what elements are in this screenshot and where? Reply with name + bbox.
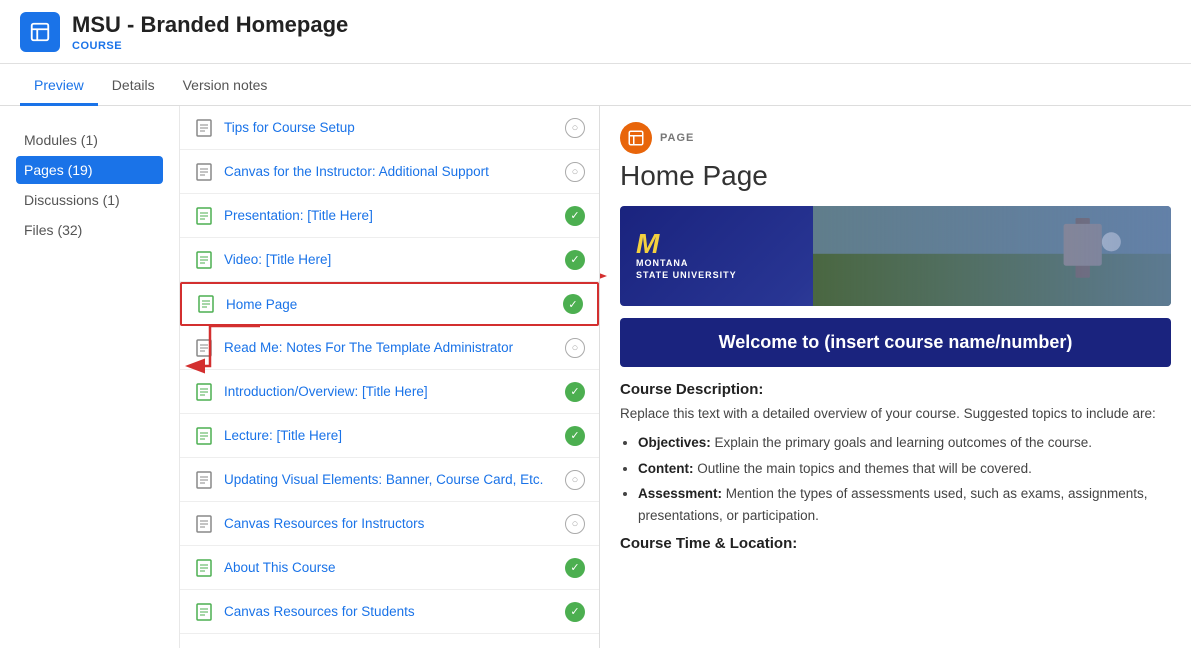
list-item[interactable]: Canvas Resources for Students ✓ — [180, 590, 599, 634]
list-item[interactable]: Canvas for the Instructor: Additional Su… — [180, 150, 599, 194]
arrow-to-preview — [600, 261, 610, 291]
list-item[interactable]: Lecture: [Title Here] ✓ — [180, 414, 599, 458]
pages-list: Tips for Course Setup ○ Canvas for the I… — [180, 106, 600, 648]
doc-full-icon — [194, 250, 214, 270]
page-type-label: PAGE — [660, 132, 694, 144]
doc-icon — [194, 162, 214, 182]
doc-full-icon — [194, 602, 214, 622]
msu-logo-letter: M — [636, 230, 737, 258]
app-header: MSU - Branded Homepage COURSE — [0, 0, 1191, 64]
preview-panel: PAGE Home Page M MONTANASTATE UNIVERSITY… — [600, 106, 1191, 648]
university-banner: M MONTANASTATE UNIVERSITY — [620, 206, 1171, 306]
list-item: Objectives: Explain the primary goals an… — [638, 432, 1171, 454]
page-item-title[interactable]: Lecture: [Title Here] — [224, 428, 565, 443]
doc-full-icon — [194, 558, 214, 578]
welcome-banner: Welcome to (insert course name/number) — [620, 318, 1171, 367]
page-status: ✓ — [565, 426, 585, 446]
list-item[interactable]: Presentation: [Title Here] ✓ — [180, 194, 599, 238]
list-item: Assessment: Mention the types of assessm… — [638, 483, 1171, 526]
page-item-title[interactable]: Canvas Resources for Students — [224, 604, 565, 619]
tab-details[interactable]: Details — [98, 67, 169, 106]
doc-full-icon — [194, 382, 214, 402]
page-item-title[interactable]: Introduction/Overview: [Title Here] — [224, 384, 565, 399]
list-item[interactable]: Updating Visual Elements: Banner, Course… — [180, 458, 599, 502]
page-item-title[interactable]: Home Page — [226, 297, 563, 312]
tab-preview[interactable]: Preview — [20, 67, 98, 106]
doc-icon — [194, 338, 214, 358]
list-item: Content: Outline the main topics and the… — [638, 458, 1171, 480]
course-description-intro: Replace this text with a detailed overvi… — [620, 404, 1171, 424]
page-status: ○ — [565, 118, 585, 138]
page-status: ○ — [565, 470, 585, 490]
page-item-title[interactable]: Video: [Title Here] — [224, 252, 565, 267]
page-item-title[interactable]: Canvas for the Instructor: Additional Su… — [224, 164, 565, 179]
page-status: ✓ — [565, 558, 585, 578]
tab-version-notes[interactable]: Version notes — [169, 67, 282, 106]
page-item-title[interactable]: Canvas Resources for Instructors — [224, 516, 565, 531]
bullet-text: Explain the primary goals and learning o… — [711, 435, 1092, 450]
course-time-heading: Course Time & Location: — [620, 535, 1171, 552]
preview-page-title: Home Page — [620, 160, 1171, 192]
page-status: ○ — [565, 162, 585, 182]
list-item[interactable]: About This Course ✓ — [180, 546, 599, 590]
app-title: MSU - Branded Homepage — [72, 12, 348, 38]
list-item[interactable]: Introduction/Overview: [Title Here] ✓ — [180, 370, 599, 414]
course-icon — [20, 12, 60, 52]
main-content: Modules (1) Pages (19) Discussions (1) F… — [0, 106, 1191, 648]
doc-icon — [194, 118, 214, 138]
app-subtitle: COURSE — [72, 40, 348, 52]
page-status: ✓ — [565, 382, 585, 402]
course-description-heading: Course Description: — [620, 381, 1171, 398]
msu-logo-name: MONTANASTATE UNIVERSITY — [636, 258, 737, 281]
banner-bg-image — [813, 206, 1171, 306]
course-description-list: Objectives: Explain the primary goals an… — [620, 432, 1171, 526]
tab-bar: Preview Details Version notes — [0, 64, 1191, 106]
page-status: ✓ — [565, 206, 585, 226]
sidebar-item-pages[interactable]: Pages (19) — [16, 156, 163, 184]
list-item[interactable]: Read Me: Notes For The Template Administ… — [180, 326, 599, 370]
sidebar: Modules (1) Pages (19) Discussions (1) F… — [0, 106, 180, 648]
sidebar-item-discussions[interactable]: Discussions (1) — [16, 186, 163, 214]
list-item-homepage[interactable]: Home Page ✓ — [180, 282, 599, 326]
page-item-title[interactable]: About This Course — [224, 560, 565, 575]
msu-logo: M MONTANASTATE UNIVERSITY — [636, 230, 737, 281]
list-item[interactable]: Video: [Title Here] ✓ — [180, 238, 599, 282]
sidebar-item-modules[interactable]: Modules (1) — [16, 126, 163, 154]
bullet-bold: Content: — [638, 461, 693, 476]
doc-full-icon — [194, 426, 214, 446]
page-item-title[interactable]: Tips for Course Setup — [224, 120, 565, 135]
bullet-bold: Objectives: — [638, 435, 711, 450]
doc-full-icon — [194, 206, 214, 226]
page-item-title[interactable]: Presentation: [Title Here] — [224, 208, 565, 223]
bullet-text: Outline the main topics and themes that … — [693, 461, 1031, 476]
doc-icon — [194, 514, 214, 534]
page-status: ✓ — [565, 602, 585, 622]
bullet-bold: Assessment: — [638, 486, 722, 501]
page-item-title[interactable]: Updating Visual Elements: Banner, Course… — [224, 472, 565, 487]
header-text: MSU - Branded Homepage COURSE — [72, 12, 348, 52]
page-label: PAGE — [620, 122, 1171, 154]
page-status: ✓ — [563, 294, 583, 314]
list-item[interactable]: Canvas Resources for Instructors ○ — [180, 502, 599, 546]
doc-full-icon — [196, 294, 216, 314]
page-status: ○ — [565, 514, 585, 534]
page-status: ✓ — [565, 250, 585, 270]
page-status: ○ — [565, 338, 585, 358]
page-type-icon — [620, 122, 652, 154]
list-item[interactable]: Tips for Course Setup ○ — [180, 106, 599, 150]
doc-icon — [194, 470, 214, 490]
page-item-title[interactable]: Read Me: Notes For The Template Administ… — [224, 340, 565, 355]
sidebar-item-files[interactable]: Files (32) — [16, 216, 163, 244]
